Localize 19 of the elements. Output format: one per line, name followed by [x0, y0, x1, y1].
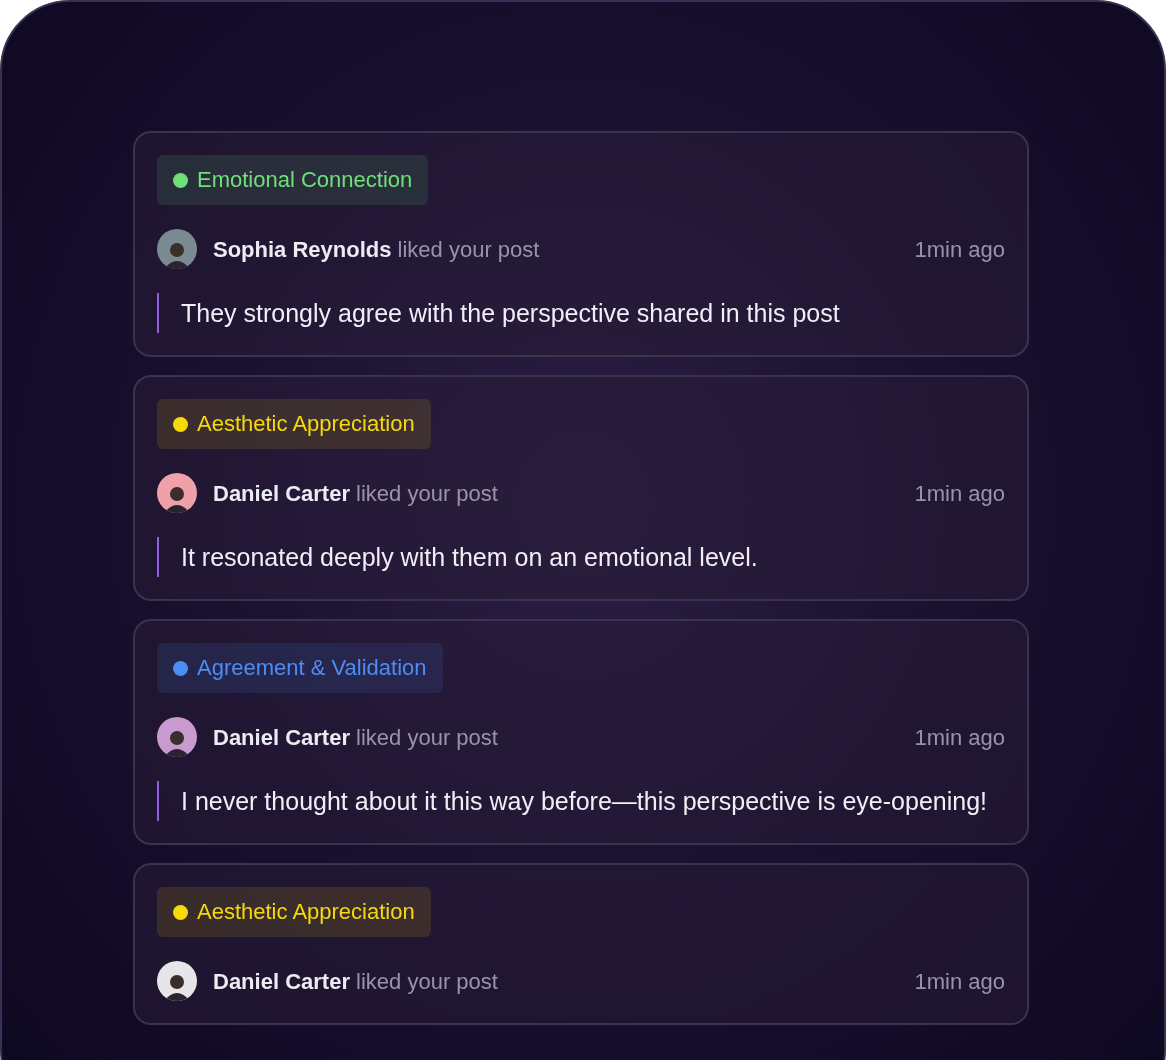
timestamp: 1min ago — [914, 723, 1005, 752]
avatar-icon — [157, 961, 197, 1001]
tag-label: Aesthetic Appreciation — [197, 410, 415, 438]
timestamp: 1min ago — [914, 479, 1005, 508]
timestamp: 1min ago — [914, 235, 1005, 264]
quote-text: They strongly agree with the perspective shared in this post — [157, 293, 1005, 333]
timestamp: 1min ago — [914, 967, 1005, 996]
activity-text: Daniel Carter liked your post — [213, 967, 498, 996]
tag-label: Aesthetic Appreciation — [197, 898, 415, 926]
avatar-icon — [157, 229, 197, 269]
activity-text: Daniel Carter liked your post — [213, 479, 498, 508]
activity-text: Sophia Reynolds liked your post — [213, 235, 540, 264]
avatar-icon — [157, 717, 197, 757]
avatar-icon — [157, 473, 197, 513]
quote-text: I never thought about it this way before—this perspective is eye-opening! — [157, 781, 1005, 821]
activity-text: Daniel Carter liked your post — [213, 723, 498, 752]
tag-label: Agreement & Validation — [197, 654, 427, 682]
tag-label: Emotional Connection — [197, 166, 413, 194]
quote-text: It resonated deeply with them on an emotional level. — [157, 537, 1005, 577]
